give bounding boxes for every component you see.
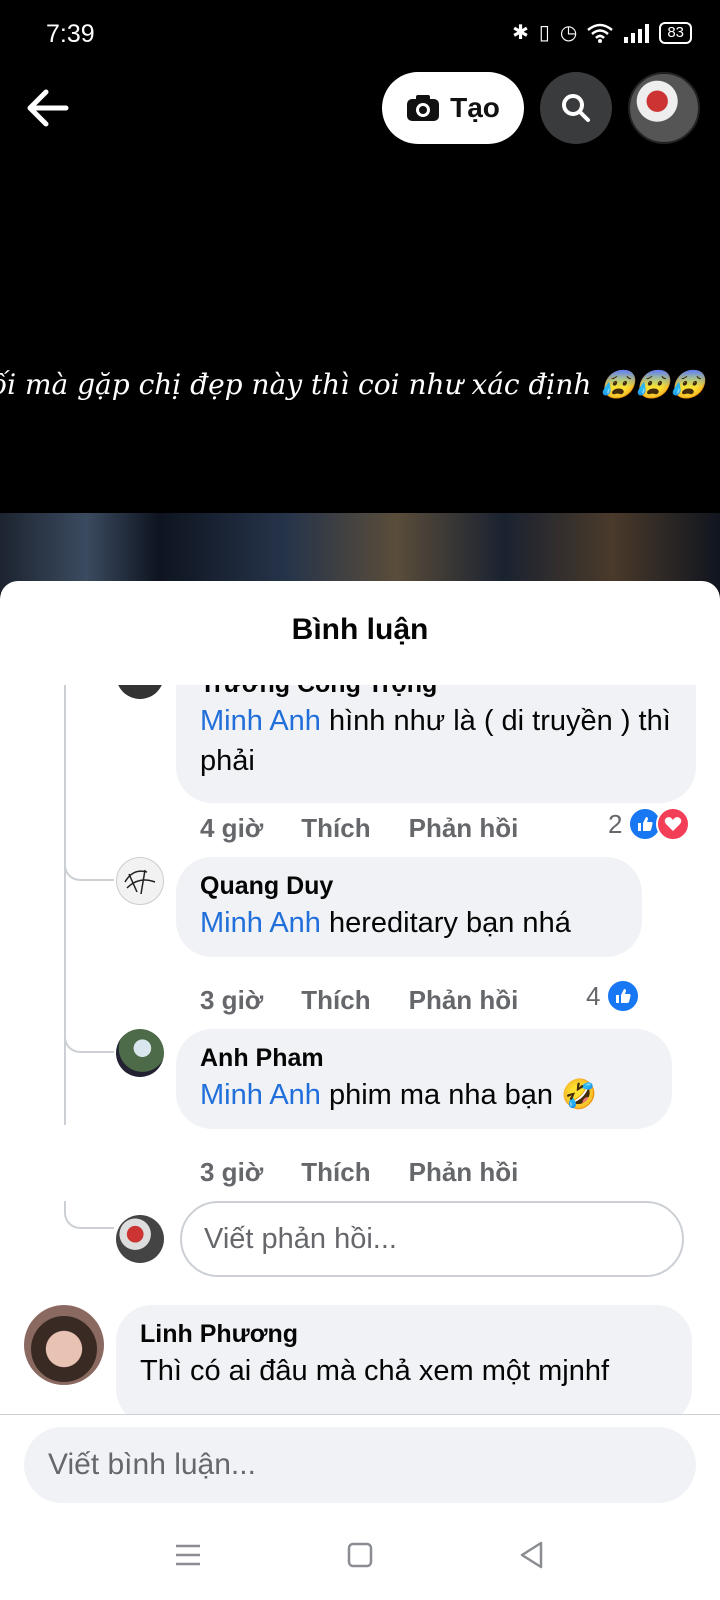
reply-meta: 3 giờ Thích Phản hồi [200, 1157, 518, 1188]
system-nav-bar [0, 1517, 720, 1600]
like-button[interactable]: Thích [301, 1157, 370, 1188]
avatar[interactable] [116, 857, 164, 905]
status-icons: ✱ ▯ ◷ 83 [512, 20, 692, 45]
avatar[interactable] [24, 1305, 104, 1385]
avatar[interactable] [116, 1029, 164, 1077]
reply-button[interactable]: Phản hồi [409, 985, 519, 1016]
my-avatar [116, 1215, 164, 1263]
search-button[interactable] [540, 72, 612, 144]
menu-nav-button[interactable] [164, 1531, 212, 1579]
divider [0, 1414, 720, 1415]
reply-button[interactable]: Phản hồi [409, 1157, 519, 1188]
video-caption: ối mà gặp chị đẹp này thì coi như xác đị… [0, 368, 705, 401]
reaction-summary[interactable]: 2 [608, 807, 691, 841]
avatar[interactable] [116, 685, 164, 699]
comment-text: Thì có ai đâu mà chả xem một mjnhf [140, 1355, 610, 1387]
reply-bubble[interactable]: Quang Duy Minh Anh hereditary bạn nhá [176, 857, 642, 957]
signal-icon [624, 23, 650, 43]
back-triangle-icon [520, 1541, 543, 1569]
reply-text: phim ma nha bạn 🤣 [320, 1079, 598, 1111]
reply-input[interactable]: Viết phản hồi... [180, 1201, 684, 1277]
create-button[interactable]: Tạo [382, 72, 524, 144]
sheet-title: Bình luận [291, 613, 429, 646]
love-reaction-icon [656, 807, 691, 841]
mention-link[interactable]: Minh Anh [200, 1079, 321, 1111]
comments-sheet: Bình luận Trương Công Trọng Minh Anh hìn… [0, 581, 720, 1600]
profile-avatar[interactable] [628, 72, 700, 144]
reply-bubble[interactable]: Anh Pham Minh Anh phim ma nha bạn 🤣 [176, 1029, 672, 1129]
reply-meta: 4 giờ Thích Phản hồi [200, 813, 518, 844]
reply-author[interactable]: Quang Duy [200, 869, 618, 903]
mention-link[interactable]: Minh Anh [200, 705, 321, 737]
reaction-summary[interactable]: 4 [586, 979, 641, 1013]
reply-author[interactable]: Anh Pham [200, 1041, 648, 1075]
reply-time: 3 giờ [200, 985, 264, 1015]
search-icon [562, 94, 590, 122]
thread-connector [64, 1029, 114, 1053]
status-bar: 7:39 ✱ ▯ ◷ 83 [0, 0, 720, 70]
reply-button[interactable]: Phản hồi [409, 813, 519, 844]
reaction-count: 4 [586, 980, 601, 1011]
comment-author[interactable]: Linh Phương [140, 1317, 668, 1351]
wifi-icon [587, 23, 614, 43]
home-nav-button[interactable] [336, 1531, 384, 1579]
like-button[interactable]: Thích [301, 985, 370, 1016]
thread-connector [64, 857, 114, 881]
camera-icon [407, 95, 440, 121]
comment-bubble[interactable]: Linh Phương Thì có ai đâu mà chả xem một… [116, 1305, 692, 1414]
menu-icon [176, 1544, 200, 1566]
reply-bubble[interactable]: Trương Công Trọng Minh Anh hình như là (… [176, 685, 696, 803]
battery-icon: 83 [659, 21, 692, 44]
reaction-count: 2 [608, 808, 623, 839]
like-reaction-icon [606, 979, 641, 1013]
reply-time: 3 giờ [200, 1157, 264, 1187]
thread-connector [64, 1201, 114, 1229]
back-arrow-icon[interactable] [24, 84, 72, 132]
comments-list[interactable]: Trương Công Trọng Minh Anh hình như là (… [0, 685, 720, 1414]
alarm-icon: ◷ [559, 22, 578, 44]
thread-line [64, 685, 66, 1125]
mention-link[interactable]: Minh Anh [200, 907, 321, 939]
status-time: 7:39 [46, 20, 95, 48]
reply-author[interactable]: Trương Công Trọng [200, 685, 672, 701]
bluetooth-icon: ✱ [512, 22, 529, 44]
reply-text: hereditary bạn nhá [320, 907, 571, 939]
reply-meta: 3 giờ Thích Phản hồi [200, 985, 518, 1016]
reply-time: 4 giờ [200, 813, 264, 843]
vibrate-icon: ▯ [538, 22, 550, 44]
like-button[interactable]: Thích [301, 813, 370, 844]
back-nav-button[interactable] [508, 1531, 556, 1579]
create-label: Tạo [450, 92, 500, 123]
comment-input[interactable]: Viết bình luận... [24, 1427, 696, 1503]
home-square-icon [347, 1542, 373, 1568]
